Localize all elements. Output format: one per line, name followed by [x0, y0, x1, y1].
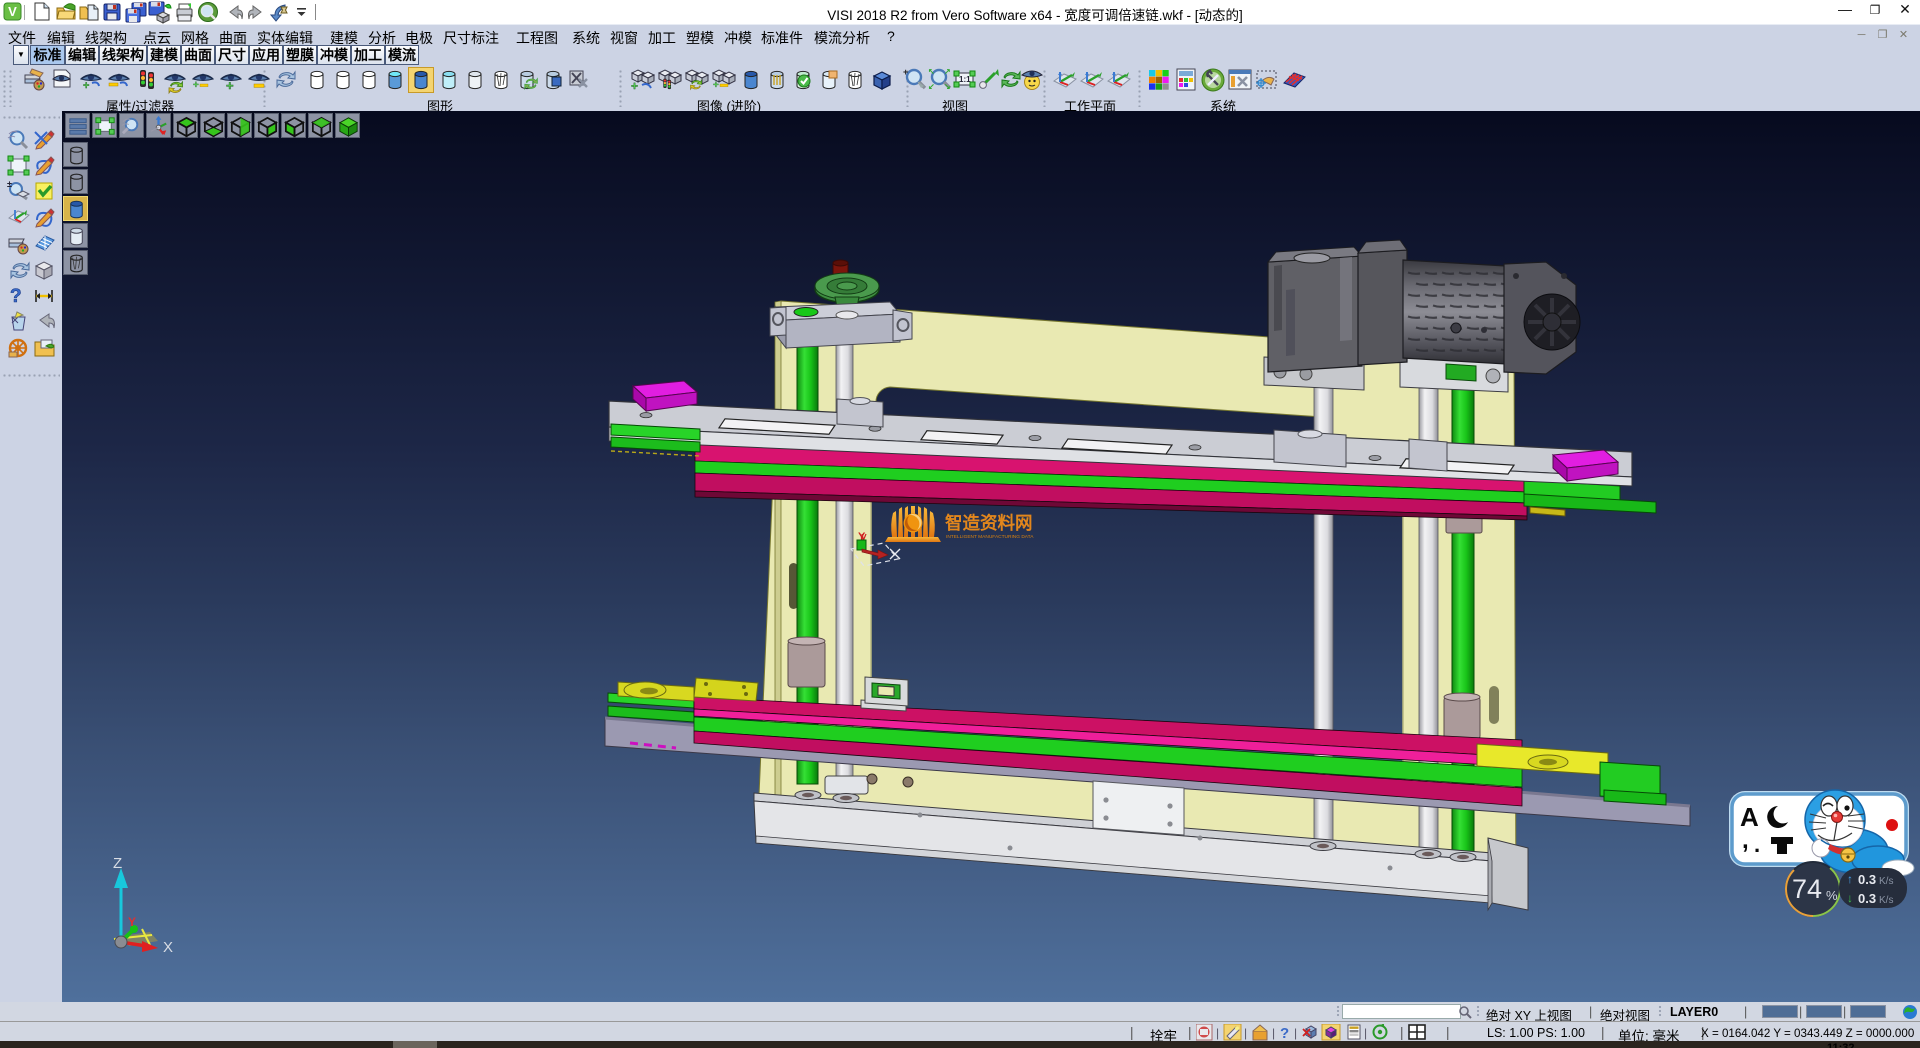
svg-text:智造资料网: 智造资料网 — [945, 513, 1033, 533]
svg-text:?: ? — [10, 286, 22, 307]
svg-text:|: | — [1216, 1026, 1219, 1040]
svg-text:↙: ↙ — [928, 82, 935, 91]
svg-text:1:1: 1:1 — [959, 75, 971, 84]
svg-text:↘: ↘ — [944, 82, 951, 91]
svg-text:0.3: 0.3 — [1858, 872, 1876, 887]
svg-text:|: | — [1272, 1026, 1275, 1040]
svg-text:+: + — [631, 79, 638, 93]
svg-text:+: + — [83, 80, 89, 92]
svg-text:V: V — [8, 4, 17, 19]
svg-text:X: X — [163, 939, 173, 956]
svg-text:K/s: K/s — [1879, 876, 1893, 887]
svg-text:↗: ↗ — [944, 67, 951, 76]
svg-text:Y: Y — [128, 915, 136, 929]
svg-text:|: | — [1244, 1026, 1247, 1040]
svg-text:K/s: K/s — [1879, 895, 1893, 906]
svg-text:.: . — [1754, 832, 1760, 857]
svg-text:0.3: 0.3 — [1858, 891, 1876, 906]
svg-text:↑: ↑ — [1847, 872, 1853, 886]
svg-text:+: + — [903, 67, 908, 77]
svg-text:↖: ↖ — [928, 67, 935, 76]
svg-text:+: + — [713, 80, 719, 91]
svg-text:INTELLIGENT MANUFACTURING DATA: INTELLIGENT MANUFACTURING DATA — [946, 534, 1034, 540]
svg-text:74: 74 — [1792, 874, 1822, 904]
svg-text:|: | — [1364, 1026, 1367, 1040]
svg-text:+: + — [226, 78, 234, 93]
svg-text:?: ? — [1280, 1025, 1289, 1041]
svg-text:,: , — [1742, 827, 1749, 854]
svg-text:↓: ↓ — [1847, 891, 1853, 905]
svg-text:|: | — [1294, 1026, 1297, 1040]
svg-text:±: ± — [7, 179, 12, 189]
svg-text:+: + — [193, 80, 199, 91]
svg-text:%: % — [1826, 888, 1838, 903]
